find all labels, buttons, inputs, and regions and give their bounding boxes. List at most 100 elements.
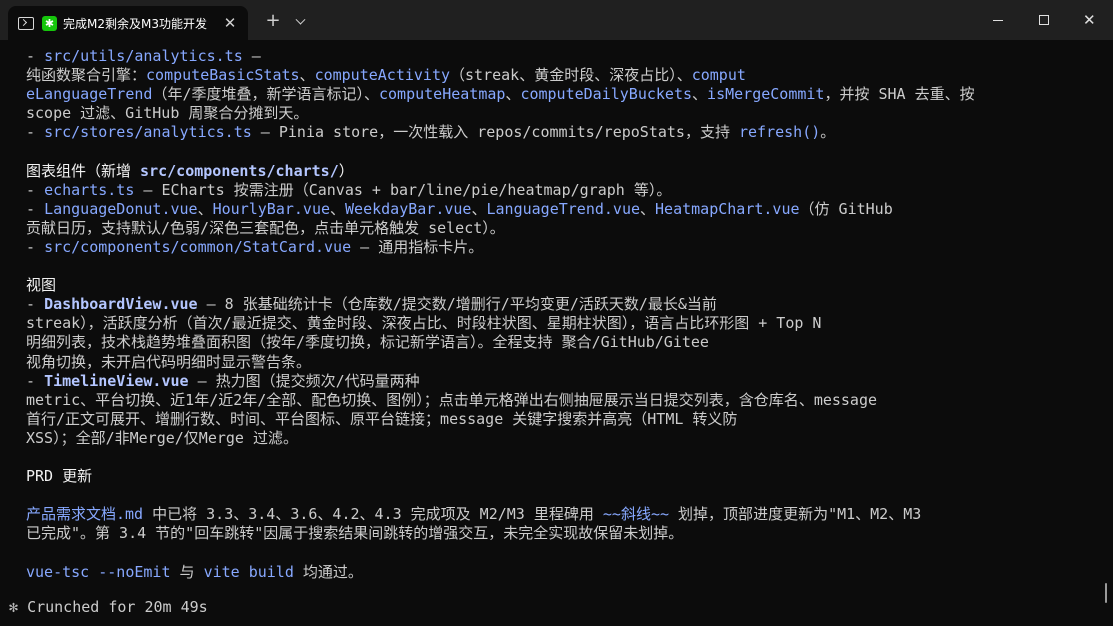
terminal-text-segment: XSS）；全部/非Merge/仅Merge 过滤。	[26, 428, 298, 447]
terminal-text-segment: 中已将 3.3、3.4、3.6、4.2、4.3 完成项及 M2/M3 里程碑用	[143, 505, 603, 524]
close-icon: ✕	[1083, 11, 1096, 29]
minimize-icon	[993, 20, 1003, 21]
terminal-text-segment: ，并按 SHA 去重、按	[824, 85, 975, 104]
terminal-text-segment: 、	[505, 85, 521, 104]
terminal-text-segment: 首行/正文可展开、增删行数、时间、平台图标、原平台链接；message 关键字搜…	[26, 409, 738, 428]
terminal-text-segment: -	[26, 47, 45, 65]
terminal-text-segment: vite build	[203, 562, 294, 581]
terminal-line: 产品需求文档.md 中已将 3.3、3.4、3.6、4.2、4.3 完成项及 M…	[26, 505, 1096, 524]
terminal-text-segment: comput	[691, 66, 746, 85]
terminal-text-segment: ）	[338, 161, 354, 180]
terminal-line: - LanguageDonut.vue、HourlyBar.vue、Weekda…	[26, 200, 1096, 219]
terminal-line: 图表组件（新增 src/components/charts/）	[26, 162, 1096, 181]
terminal-text-segment: 、	[640, 199, 656, 218]
status-line: ✻ Crunched for 20m 49s	[9, 598, 208, 617]
terminal-text-segment: -	[26, 199, 45, 218]
terminal-line: PRD 更新	[26, 467, 1096, 486]
terminal-text-segment: 、	[197, 199, 213, 218]
terminal-text-segment: – Pinia store，一次性载入 repos/commits/repoSt…	[251, 123, 739, 142]
terminal-text-segment: 明细列表，技术栈趋势堆叠面积图（按年/季度切换，标记新学语言）。全程支持 聚合/…	[26, 333, 709, 352]
terminal-text-segment: -	[26, 123, 45, 142]
terminal-line: XSS）；全部/非Merge/仅Merge 过滤。	[26, 429, 1096, 448]
terminal-text-segment: 贡献日历，支持默认/色弱/深色三套配色，点击单元格触发 select）。	[26, 218, 505, 237]
terminal-line: streak），活跃度分析（首次/最近提交、黄金时段、深夜占比、时段柱状图、星期…	[26, 314, 1096, 333]
terminal-line: 纯函数聚合引擎：computeBasicStats、computeActivit…	[26, 66, 1096, 85]
terminal-text-segment: PRD 更新	[26, 467, 93, 486]
terminal-text-segment: metric、平台切换、近1年/近2年/全部、配色切换、图例）；点击单元格弹出右…	[26, 390, 878, 409]
terminal-text-segment: computeHeatmap	[378, 85, 506, 104]
terminal-text-segment: eLanguageTrend	[26, 85, 153, 104]
terminal-line: - src/components/common/StatCard.vue – 通…	[26, 238, 1096, 257]
terminal-text-segment: 、	[330, 199, 346, 218]
terminal-text-segment: （streak、黄金时段、深夜占比）、	[450, 66, 692, 85]
terminal-text-segment: 。	[820, 123, 836, 142]
terminal-line: eLanguageTrend（年/季度堆叠，新学语言标记）、computeHea…	[26, 85, 1096, 104]
tab-status-icon: ✱	[42, 15, 57, 31]
close-button[interactable]: ✕	[1067, 0, 1113, 40]
terminal-text-segment: refresh()	[738, 123, 821, 142]
terminal-text-segment: HeatmapChart.vue	[655, 199, 800, 218]
terminal-text-segment: -	[26, 371, 45, 390]
terminal-text-segment: computeBasicStats	[146, 66, 300, 85]
new-tab-button[interactable]: +	[262, 10, 284, 32]
terminal-text-segment: streak），活跃度分析（首次/最近提交、黄金时段、深夜占比、时段柱状图、星期…	[26, 314, 822, 333]
chevron-down-icon	[295, 14, 305, 25]
terminal-text-segment: （年/季度堆叠，新学语言标记）、	[152, 85, 379, 104]
terminal-text-segment: 已完成"。第 3.4 节的"回车跳转"因属于搜索结果间跳转的增强交互，未完全实现…	[26, 524, 684, 543]
terminal-line: 首行/正文可展开、增删行数、时间、平台图标、原平台链接；message 关键字搜…	[26, 410, 1096, 429]
terminal-text-segment: （仿 GitHub	[799, 199, 893, 218]
terminal-text-segment: – 8 张基础统计卡（仓库数/提交数/增删行/平均变更/活跃天数/最长&当前	[197, 295, 717, 314]
terminal-window: ✱ 完成M2剩余及M3功能开发 ✕ + ✕ - src/utils/analyt…	[0, 0, 1113, 626]
terminal-text-segment: src/components/common/StatCard.vue	[44, 237, 352, 256]
maximize-button[interactable]	[1021, 0, 1067, 40]
terminal-line: - TimelineView.vue – 热力图（提交频次/代码量两种	[26, 372, 1096, 391]
minimize-button[interactable]	[975, 0, 1021, 40]
terminal-text-segment: ~~斜线~~	[602, 505, 670, 524]
terminal-text-segment: – ECharts 按需注册（Canvas + bar/line/pie/hea…	[134, 180, 672, 199]
tab-active[interactable]: ✱ 完成M2剩余及M3功能开发 ✕	[8, 6, 248, 40]
terminal-line: 贡献日历，支持默认/色弱/深色三套配色，点击单元格触发 select）。	[26, 219, 1096, 238]
terminal-text-segment: computeActivity	[314, 66, 451, 85]
status-text: Crunched for 20m 49s	[27, 598, 208, 616]
terminal-text-segment: 、	[299, 66, 315, 85]
tab-close-icon[interactable]: ✕	[220, 13, 240, 33]
terminal-text-segment: – 通用指标卡片。	[351, 237, 484, 256]
terminal-text-segment: 划掉，顶部进度更新为"M1、M2、M3	[669, 505, 922, 524]
terminal-text-segment: 、	[692, 85, 708, 104]
terminal-text-segment: scope 过滤、GitHub 周聚合分摊到天。	[26, 104, 309, 123]
title-bar: ✱ 完成M2剩余及M3功能开发 ✕ + ✕	[0, 0, 1113, 40]
terminal-line: - src/stores/analytics.ts – Pinia store，…	[26, 123, 1096, 142]
terminal-line: - DashboardView.vue – 8 张基础统计卡（仓库数/提交数/增…	[26, 295, 1096, 314]
terminal-icon	[18, 16, 34, 30]
terminal-line: 视角切换，未开启代码明细时显示警告条。	[26, 353, 1096, 372]
terminal-text-segment: src/utils/analytics.ts	[44, 47, 243, 65]
spinner-icon: ✻	[9, 598, 19, 616]
terminal-text-segment: –	[242, 47, 261, 65]
terminal-text-segment: 视角切换，未开启代码明细时显示警告条。	[26, 352, 312, 371]
scrollbar-thumb[interactable]	[1105, 583, 1107, 603]
terminal-text-segment: LanguageTrend.vue	[486, 199, 641, 218]
terminal-text-segment: – 热力图（提交频次/代码量两种	[188, 371, 420, 390]
terminal-output[interactable]: - src/utils/analytics.ts – 纯函数聚合引擎：comput…	[26, 47, 1096, 582]
terminal-line: 视图	[26, 276, 1096, 295]
terminal-line: - src/utils/analytics.ts –	[26, 47, 1096, 66]
terminal-text-segment: HourlyBar.vue	[212, 199, 331, 218]
terminal-line: scope 过滤、GitHub 周聚合分摊到天。	[26, 104, 1096, 123]
terminal-line: 已完成"。第 3.4 节的"回车跳转"因属于搜索结果间跳转的增强交互，未完全实现…	[26, 524, 1096, 543]
terminal-text-segment: DashboardView.vue	[44, 295, 198, 314]
terminal-text-segment: WeekdayBar.vue	[345, 199, 472, 218]
terminal-text-segment: isMergeCommit	[707, 85, 825, 104]
maximize-icon	[1039, 15, 1049, 25]
terminal-line: vue-tsc --noEmit 与 vite build 均通过。	[26, 563, 1096, 582]
tab-dropdown-button[interactable]	[290, 10, 310, 32]
terminal-line: metric、平台切换、近1年/近2年/全部、配色切换、图例）；点击单元格弹出右…	[26, 391, 1096, 410]
terminal-text-segment: TimelineView.vue	[44, 371, 189, 390]
tab-title: 完成M2剩余及M3功能开发	[63, 16, 207, 31]
terminal-text-segment: 、	[471, 199, 487, 218]
terminal-text-segment: vue-tsc --noEmit	[26, 562, 171, 581]
